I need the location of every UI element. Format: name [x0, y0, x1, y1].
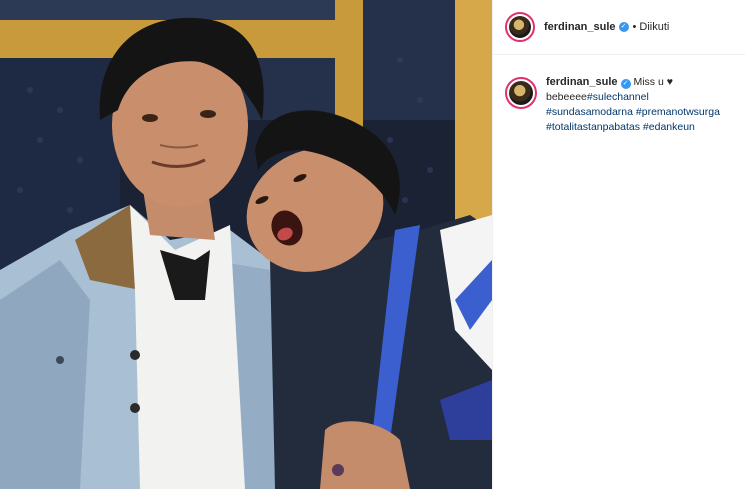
- post-side-panel: ferdinan_sule ✓ • Diikuti ferdinan_sule ✓…: [492, 0, 745, 489]
- caption-avatar[interactable]: [505, 77, 537, 109]
- verified-badge-icon: ✓: [620, 79, 631, 89]
- verified-badge-icon: ✓: [618, 22, 629, 32]
- caption-text-line1: Miss u ♥: [633, 76, 673, 88]
- caption-body: ferdinan_sule ✓ Miss u ♥ bebeeee#sulechan…: [546, 75, 733, 135]
- instagram-post: ferdinan_sule ✓ • Diikuti ferdinan_sule ✓…: [0, 0, 745, 489]
- hashtag-link[interactable]: #sundasamodarna: [546, 106, 633, 118]
- hashtag-link[interactable]: #edankeun: [643, 121, 695, 133]
- post-image: [0, 0, 492, 489]
- follow-status-button[interactable]: Diikuti: [639, 21, 669, 33]
- hashtag-link[interactable]: #sulechannel: [587, 91, 649, 103]
- caption-username[interactable]: ferdinan_sule: [546, 76, 618, 88]
- author-username[interactable]: ferdinan_sule: [544, 21, 616, 33]
- caption-text-line2: bebeeee: [546, 91, 587, 103]
- caption-comment: ferdinan_sule ✓ Miss u ♥ bebeeee#sulechan…: [493, 55, 745, 135]
- hashtag-link[interactable]: #premanotwsurga: [636, 106, 720, 118]
- author-avatar[interactable]: [505, 12, 535, 42]
- caption-avatar-image: [509, 81, 533, 105]
- author-avatar-image: [509, 16, 531, 38]
- post-photo[interactable]: [0, 0, 492, 489]
- post-header: ferdinan_sule ✓ • Diikuti: [493, 0, 745, 55]
- hashtag-link[interactable]: #totalitastanpabatas: [546, 121, 640, 133]
- header-separator: •: [632, 21, 637, 33]
